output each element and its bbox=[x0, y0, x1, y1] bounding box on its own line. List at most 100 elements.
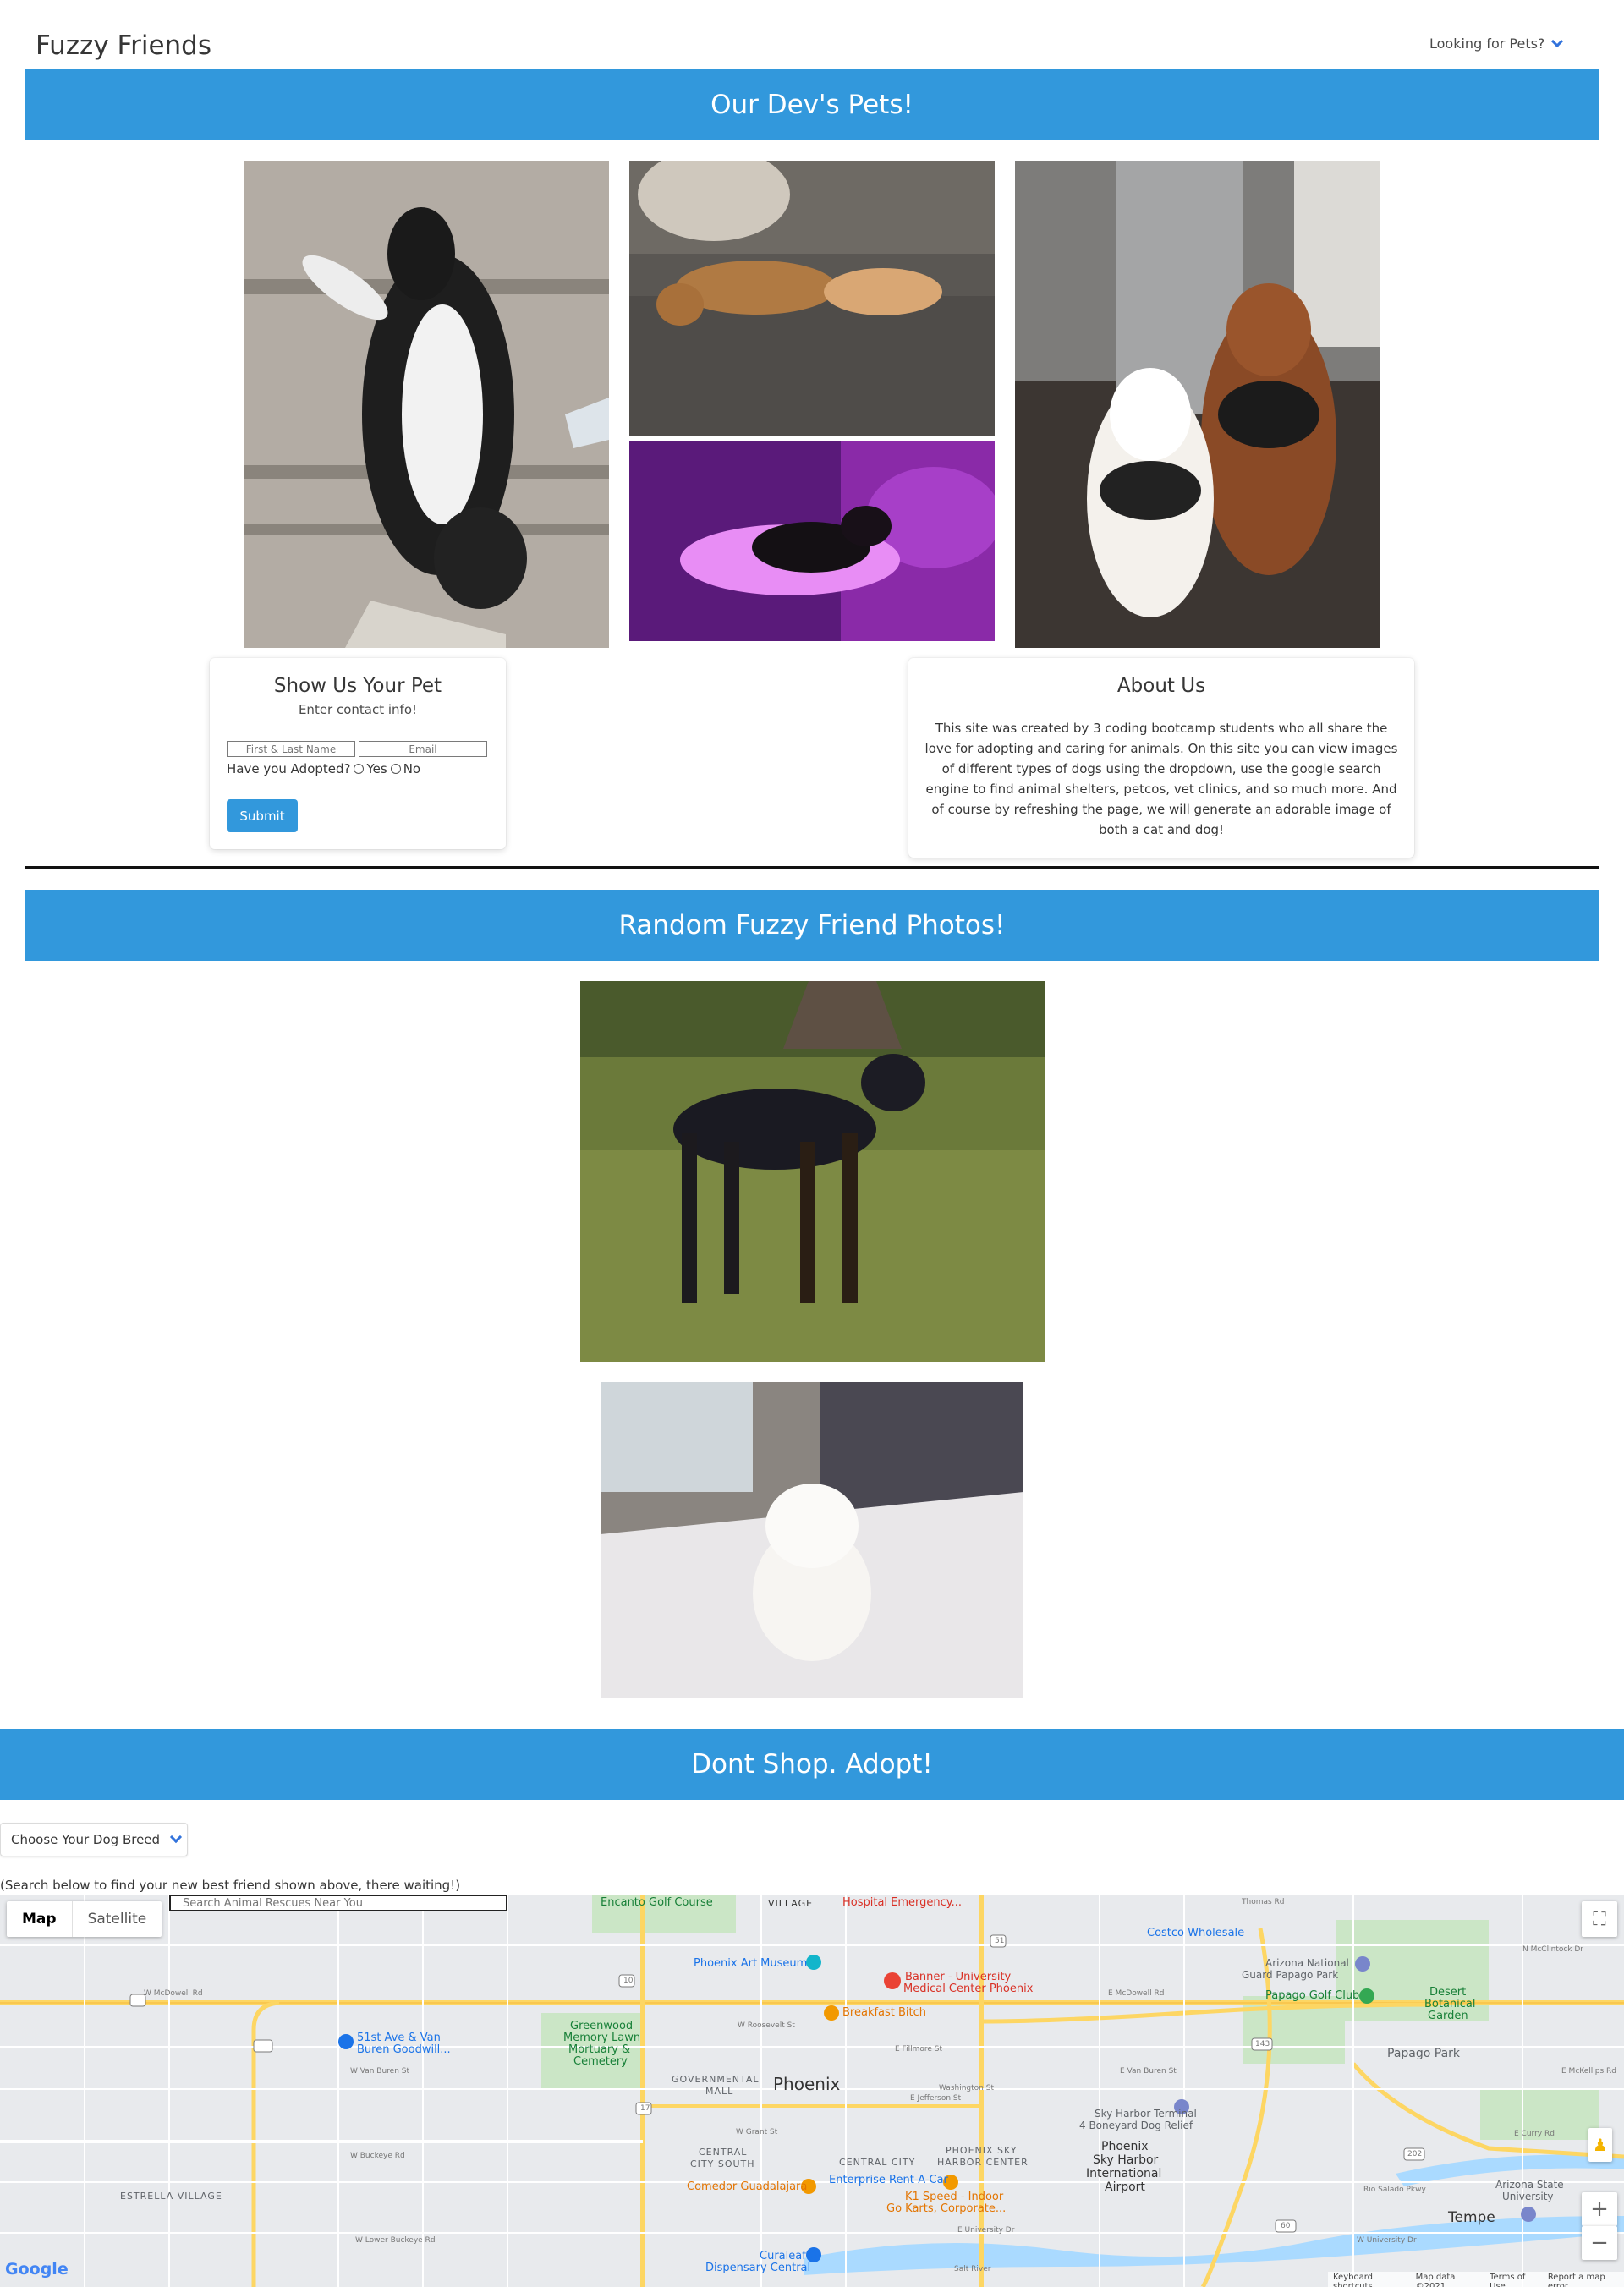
map-label-banner-1: Banner - University bbox=[905, 1971, 1012, 1983]
map-road-jefferson: E Jefferson St bbox=[910, 2094, 962, 2103]
map-road-lower-buckeye: W Lower Buckeye Rd bbox=[355, 2236, 436, 2245]
map-road-fillmore: E Fillmore St bbox=[895, 2045, 942, 2054]
map-label-terminal-1: Sky Harbor Terminal bbox=[1095, 2108, 1197, 2120]
map-label-enterprise: Enterprise Rent-A-Car bbox=[829, 2174, 948, 2186]
google-map[interactable]: Encanto Golf Course VILLAGE Hospital Eme… bbox=[0, 1895, 1624, 2287]
map-label-desert-1: Desert bbox=[1429, 1986, 1467, 1999]
google-logo: Google bbox=[5, 2260, 69, 2279]
devs-pets-heading: Our Dev's Pets! bbox=[710, 90, 914, 120]
map-label-central-city: CENTRAL CITY bbox=[839, 2157, 916, 2168]
map-road-mcdowell: W McDowell Rd bbox=[144, 1989, 203, 1998]
map-label-sky-harbor-4: Airport bbox=[1105, 2180, 1145, 2194]
random-dog-photo bbox=[580, 981, 1045, 1362]
devs-pets-banner: Our Dev's Pets! bbox=[25, 69, 1599, 140]
map-label-desert-2: Botanical bbox=[1424, 1998, 1476, 2010]
email-input[interactable] bbox=[359, 741, 487, 757]
map-road-mcclintock: N McClintock Dr bbox=[1522, 1945, 1583, 1954]
map-label-greenwood-4: Cemetery bbox=[573, 2055, 628, 2068]
map-label-curaleaf-2: Dispensary Central bbox=[705, 2262, 811, 2274]
map-data-text: Map data ©2021 bbox=[1415, 2273, 1456, 2287]
map-label-tempe: Tempe bbox=[1448, 2209, 1495, 2226]
map-label-banner-2: Medical Center Phoenix bbox=[903, 1983, 1034, 1995]
pegman-icon[interactable]: ♟ bbox=[1588, 2128, 1612, 2162]
map-label-greenwood-1: Greenwood bbox=[570, 2020, 634, 2032]
map-type-toggle: Map Satellite bbox=[7, 1901, 162, 1937]
adopted-no-radio[interactable] bbox=[390, 764, 401, 774]
map-label-central-south-1: CENTRAL bbox=[699, 2147, 748, 2158]
adopted-question-row: Have you Adopted? Yes No bbox=[227, 761, 420, 776]
map-label-sky-harbor-3: International bbox=[1086, 2167, 1162, 2180]
map-road-vanburen-e: E Van Buren St bbox=[1120, 2067, 1177, 2076]
search-hint: (Search below to find your new best frie… bbox=[0, 1878, 461, 1893]
section-divider bbox=[25, 866, 1599, 869]
map-label-central-south-2: CITY SOUTH bbox=[690, 2158, 755, 2169]
submit-button-label: Submit bbox=[239, 808, 285, 824]
adopted-yes-radio[interactable] bbox=[354, 764, 365, 774]
fullscreen-icon[interactable]: ⛶ bbox=[1582, 1901, 1617, 1937]
map-label-art-museum: Phoenix Art Museum bbox=[694, 1957, 808, 1970]
map-road-vanburen: W Van Buren St bbox=[350, 2067, 410, 2076]
map-shield-i10: 10 bbox=[623, 1977, 634, 1985]
name-input[interactable] bbox=[227, 741, 355, 757]
map-shield-202: 202 bbox=[1407, 2150, 1423, 2158]
map-road-salt: Salt River bbox=[954, 2265, 991, 2273]
map-label-sky-harbor-2: Sky Harbor bbox=[1093, 2153, 1159, 2167]
animal-rescue-search-input[interactable] bbox=[169, 1895, 508, 1911]
map-label-phx-sky-harbor-2: HARBOR CENTER bbox=[937, 2157, 1029, 2168]
dev-pet-photo-cat-purple bbox=[629, 441, 995, 641]
satellite-tab[interactable]: Satellite bbox=[73, 1901, 162, 1937]
dog-breed-select-label: Choose Your Dog Breed bbox=[11, 1832, 161, 1847]
dev-pet-photo-dog-and-cat-couch bbox=[629, 161, 995, 436]
zoom-out-icon[interactable]: − bbox=[1582, 2226, 1617, 2260]
map-label-guard-2: Guard Papago Park bbox=[1242, 1969, 1339, 1981]
map-shield-i17: 17 bbox=[640, 2104, 650, 2113]
submit-button[interactable]: Submit bbox=[227, 799, 298, 832]
dog-breed-select[interactable]: Choose Your Dog Breed bbox=[0, 1823, 188, 1856]
map-shield-51: 51 bbox=[995, 1937, 1005, 1945]
map-label-phx-sky-harbor-1: PHOENIX SKY bbox=[946, 2145, 1018, 2156]
dev-pet-photo-two-dogs bbox=[1015, 161, 1380, 648]
map-label-papago-golf: Papago Golf Club bbox=[1265, 1989, 1360, 2002]
map-road-curry: E Curry Rd bbox=[1514, 2130, 1555, 2138]
map-label-papago-park: Papago Park bbox=[1387, 2047, 1461, 2060]
map-label-breakfast: Breakfast Bitch bbox=[842, 2006, 927, 2019]
map-footer: Keyboard shortcuts Map data ©2021 Terms … bbox=[1328, 2272, 1624, 2287]
keyboard-shortcuts-link[interactable]: Keyboard shortcuts bbox=[1333, 2273, 1406, 2287]
map-label-goodwill-2: Buren Goodwill... bbox=[357, 2043, 451, 2056]
map-road-university-w: W University Dr bbox=[1357, 2236, 1417, 2245]
map-label-phoenix: Phoenix bbox=[773, 2074, 841, 2094]
map-road-buckeye: W Buckeye Rd bbox=[350, 2152, 405, 2160]
report-error-link[interactable]: Report a map error bbox=[1548, 2273, 1619, 2287]
map-label-comedor: Comedor Guadalajara bbox=[687, 2180, 808, 2193]
zoom-in-icon[interactable]: + bbox=[1582, 2192, 1617, 2226]
map-label-village: VILLAGE bbox=[768, 1898, 814, 1909]
chevron-down-icon bbox=[1551, 35, 1564, 47]
map-label-asu-1: Arizona State bbox=[1495, 2179, 1564, 2191]
form-subtitle: Enter contact info! bbox=[298, 702, 418, 717]
looking-for-pets-dropdown[interactable]: Looking for Pets? bbox=[1429, 35, 1564, 52]
about-us-title: About Us bbox=[1116, 675, 1206, 697]
map-road-university: E University Dr bbox=[957, 2226, 1015, 2235]
map-label-guard-1: Arizona National bbox=[1265, 1957, 1349, 1969]
map-label-gov-mall-2: MALL bbox=[705, 2086, 734, 2097]
map-label-sky-harbor-1: Phoenix bbox=[1101, 2140, 1149, 2153]
looking-for-pets-label: Looking for Pets? bbox=[1429, 36, 1545, 52]
map-label-greenwood-2: Memory Lawn bbox=[563, 2032, 641, 2044]
map-road-mckellips: E McKellips Rd bbox=[1561, 2067, 1616, 2076]
terms-link[interactable]: Terms of Use bbox=[1490, 2273, 1538, 2287]
map-road-mcdowell-e: E McDowell Rd bbox=[1108, 1989, 1165, 1998]
map-label-hospital: Hospital Emergency... bbox=[842, 1896, 963, 1909]
map-label-thomas: Thomas Rd bbox=[1242, 1898, 1285, 1906]
map-label-greenwood-3: Mortuary & bbox=[568, 2043, 631, 2056]
map-label-costco: Costco Wholesale bbox=[1147, 1927, 1245, 1939]
show-us-your-pet-title: Show Us Your Pet bbox=[273, 675, 442, 697]
map-shield-143: 143 bbox=[1255, 2040, 1270, 2048]
map-road-grant: W Grant St bbox=[736, 2128, 778, 2136]
map-label-terminal-2: 4 Boneyard Dog Relief bbox=[1079, 2120, 1193, 2131]
map-tab[interactable]: Map bbox=[7, 1901, 73, 1937]
map-label-encanto: Encanto Golf Course bbox=[601, 1896, 713, 1909]
chevron-down-icon bbox=[169, 1830, 183, 1844]
site-title: Fuzzy Friends bbox=[36, 30, 212, 61]
random-photos-heading: Random Fuzzy Friend Photos! bbox=[618, 910, 1006, 941]
adopt-heading: Dont Shop. Adopt! bbox=[691, 1749, 933, 1780]
